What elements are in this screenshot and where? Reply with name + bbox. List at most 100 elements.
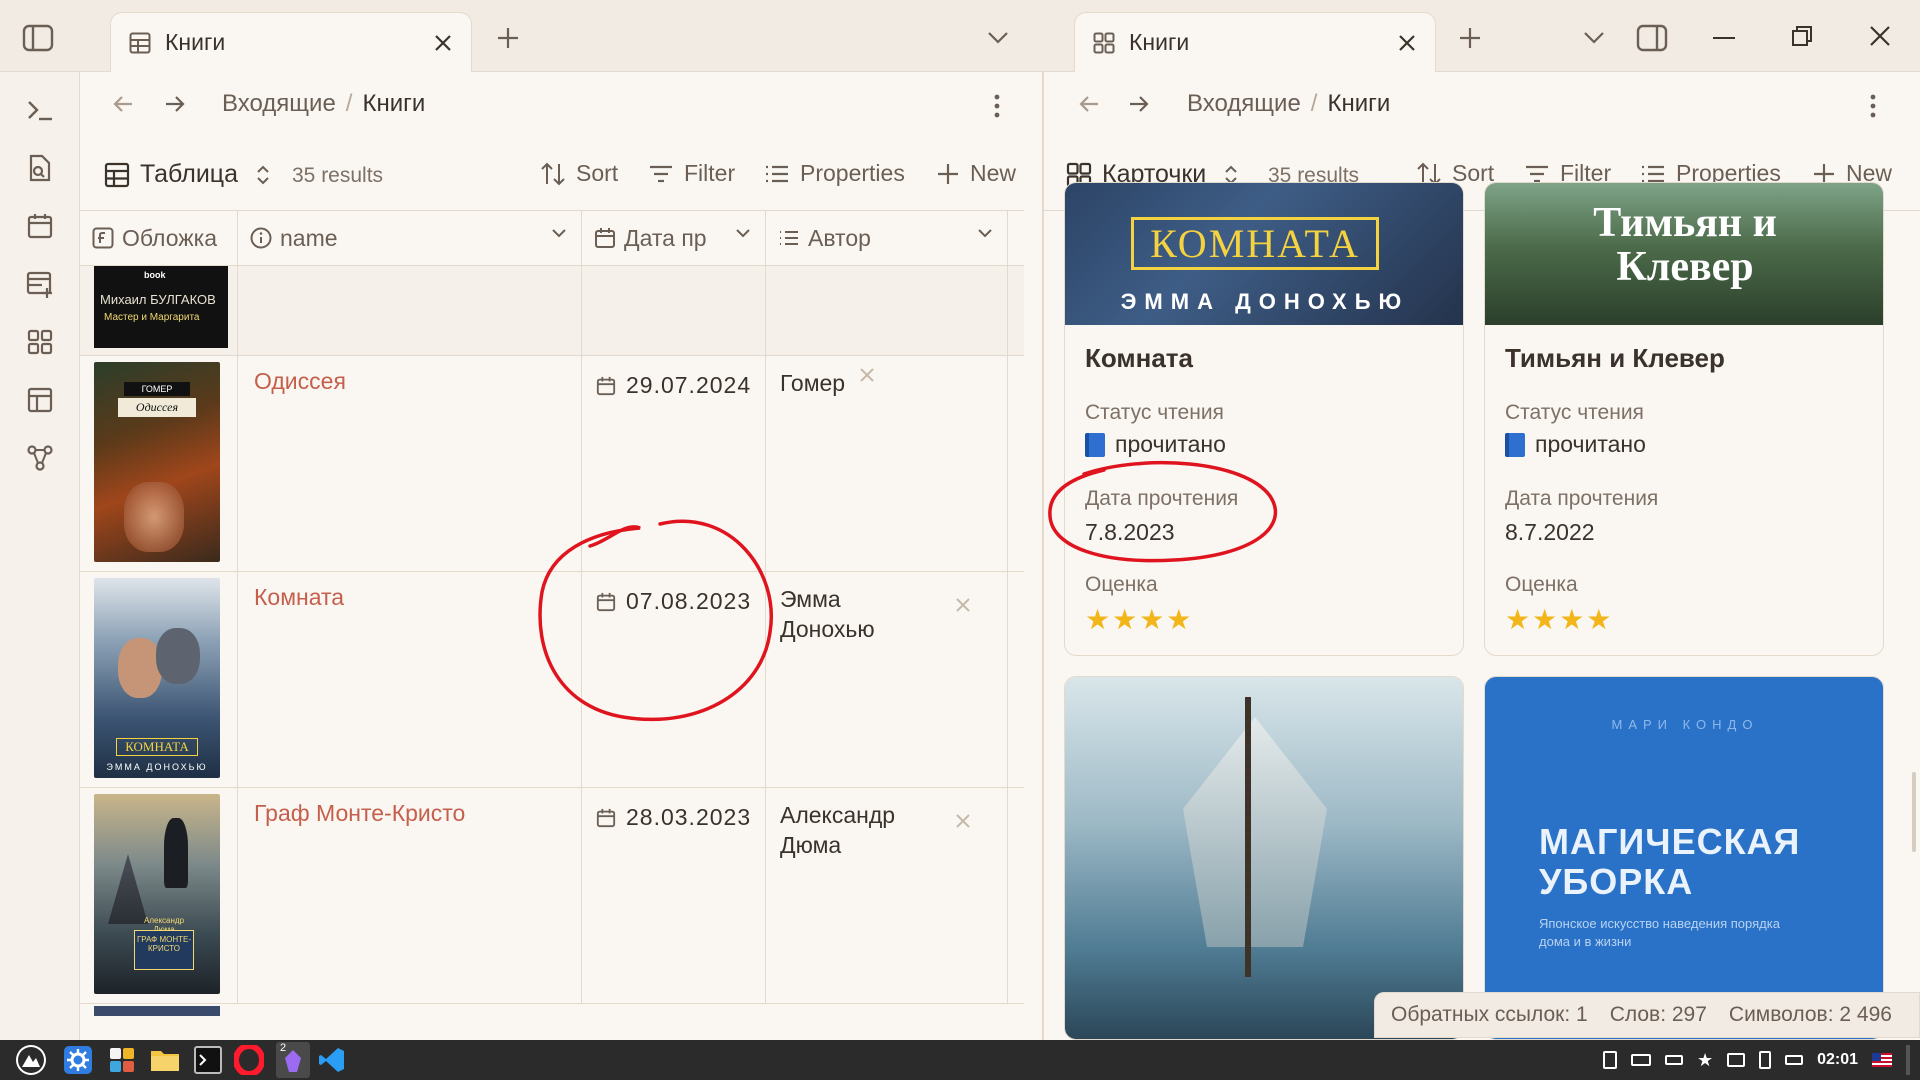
file-search-icon[interactable] — [20, 148, 60, 188]
window-close-icon[interactable] — [1860, 16, 1900, 56]
terminal-app-icon[interactable] — [194, 1046, 222, 1074]
card-title[interactable]: Комната — [1085, 343, 1193, 374]
card-cover-image — [1065, 677, 1463, 1039]
opera-browser-icon[interactable] — [234, 1045, 264, 1075]
author-cell[interactable]: Александр Дюма — [766, 788, 1008, 1003]
properties-button[interactable]: Properties — [764, 160, 905, 187]
forward-arrow-icon[interactable] — [1128, 94, 1150, 114]
sidebar-toggle-icon[interactable] — [18, 18, 58, 58]
filter-button[interactable]: Filter — [648, 160, 735, 187]
chevron-down-icon[interactable] — [977, 228, 993, 238]
tab-books-table[interactable]: Книги — [110, 12, 472, 72]
vscode-icon[interactable] — [318, 1046, 346, 1074]
book-card[interactable]: МАРИ КОНДО МАГИЧЕСКАЯ УБОРКА Японское ис… — [1484, 676, 1884, 1040]
blue-book-icon — [1505, 432, 1525, 457]
backlinks-count[interactable]: Обратных ссылок: 1 — [1391, 1003, 1588, 1027]
clock[interactable]: 02:01 — [1817, 1051, 1858, 1069]
chevron-down-icon[interactable] — [735, 228, 751, 238]
book-name-link[interactable]: Граф Монте-Кристо — [254, 800, 465, 827]
author-cell[interactable] — [766, 266, 1008, 355]
book-cover-image: КОМНАТА ЭММА ДОНОХЬЮ — [94, 578, 220, 778]
obsidian-app-icon[interactable]: 2 — [276, 1042, 310, 1078]
remove-author-icon[interactable] — [858, 366, 876, 384]
minimize-icon[interactable] — [1704, 18, 1744, 58]
name-cell[interactable] — [238, 266, 582, 355]
book-name-link[interactable]: Одиссея — [254, 368, 346, 395]
create-database-icon[interactable] — [20, 264, 60, 304]
calendar-icon — [594, 227, 616, 249]
table-row-partial — [94, 1006, 220, 1016]
close-icon[interactable] — [1397, 33, 1417, 53]
tab-books-cards[interactable]: Книги — [1074, 12, 1436, 72]
calendar-icon[interactable] — [20, 206, 60, 246]
property-label: Оценка — [1085, 573, 1158, 596]
breadcrumb-separator: / — [345, 90, 353, 117]
book-card[interactable]: Тимьян и Клевер Тимьян и Клевер Статус ч… — [1484, 182, 1884, 656]
drive-icon[interactable] — [1664, 1055, 1683, 1065]
star-icon[interactable]: ★ — [1697, 1050, 1713, 1071]
table-row[interactable]: Александр Дюма ГРАФ МОНТЕ-КРИСТО Граф Мо… — [80, 788, 1024, 1004]
breadcrumb-parent[interactable]: Входящие — [1187, 90, 1301, 118]
system-tray: ★ 02:01 — [1602, 1040, 1910, 1080]
column-header-name[interactable]: name — [238, 211, 582, 265]
new-button[interactable]: New — [936, 160, 1016, 187]
date-cell[interactable] — [582, 266, 766, 355]
close-icon[interactable] — [433, 33, 453, 53]
new-tab-button[interactable] — [490, 20, 526, 56]
sort-button[interactable]: Sort — [540, 160, 618, 187]
cover-cell: Александр Дюма ГРАФ МОНТЕ-КРИСТО — [80, 788, 238, 1003]
power-icon[interactable] — [1785, 1055, 1804, 1065]
breadcrumb-separator: / — [1310, 90, 1318, 117]
clipboard-icon[interactable] — [1602, 1051, 1617, 1069]
notes-icon[interactable] — [1759, 1051, 1772, 1069]
restore-icon[interactable] — [1782, 16, 1822, 56]
book-name-link[interactable]: Комната — [254, 584, 344, 611]
graph-icon[interactable] — [20, 438, 60, 478]
breadcrumb-current[interactable]: Книги — [362, 90, 425, 118]
view-switcher[interactable]: Таблица — [104, 160, 270, 189]
right-sidebar-toggle-icon[interactable] — [1632, 18, 1672, 58]
name-cell[interactable]: Граф Монте-Кристо — [238, 788, 582, 1003]
remove-author-icon[interactable] — [954, 596, 972, 614]
cover-cell: КОМНАТА ЭММА ДОНОХЬЮ — [80, 572, 238, 787]
back-arrow-icon[interactable] — [112, 94, 134, 114]
battery-icon[interactable] — [1630, 1054, 1651, 1066]
remove-author-icon[interactable] — [954, 812, 972, 830]
breadcrumb-current[interactable]: Книги — [1327, 90, 1390, 118]
card-title[interactable]: Тимьян и Клевер — [1505, 343, 1725, 374]
cover-title: Тимьян и Клевер — [1593, 200, 1777, 290]
network-icon[interactable] — [1727, 1053, 1746, 1067]
table-row[interactable]: book Михаил БУЛГАКОВ Мастер и Маргарита — [80, 266, 1024, 356]
show-desktop-edge[interactable] — [1906, 1045, 1910, 1075]
date-cell[interactable]: 28.03.2023 — [582, 788, 766, 1003]
rating-stars: ★★★★ — [1085, 604, 1194, 635]
more-options-icon[interactable] — [994, 94, 1000, 118]
terminal-icon[interactable] — [20, 90, 60, 130]
forward-arrow-icon[interactable] — [164, 94, 186, 114]
book-cover-image: book Михаил БУЛГАКОВ Мастер и Маргарита — [94, 266, 228, 348]
layout-icon[interactable] — [20, 380, 60, 420]
plus-icon — [936, 162, 960, 186]
book-card[interactable] — [1064, 676, 1464, 1040]
more-options-icon[interactable] — [1870, 94, 1876, 118]
column-header-date[interactable]: Дата пр — [582, 211, 766, 265]
author-cell[interactable]: Гомер — [766, 356, 1008, 571]
breadcrumb-parent[interactable]: Входящие — [222, 90, 336, 118]
column-header-author[interactable]: Автор — [766, 211, 1008, 265]
settings-gear-icon[interactable] — [64, 1046, 92, 1074]
grid-icon[interactable] — [20, 322, 60, 362]
new-tab-button[interactable] — [1452, 20, 1488, 56]
tab-list-chevron-icon[interactable] — [1576, 20, 1612, 56]
file-manager-icon[interactable] — [150, 1047, 180, 1073]
apps-grid-icon[interactable] — [108, 1046, 136, 1074]
keyboard-layout-flag-icon[interactable] — [1872, 1053, 1892, 1067]
scrollbar[interactable] — [1912, 772, 1916, 852]
column-header-cover[interactable]: Обложка — [80, 211, 238, 265]
back-arrow-icon[interactable] — [1078, 94, 1100, 114]
annotation-circle — [1048, 460, 1278, 563]
chevron-down-icon[interactable] — [551, 228, 567, 238]
tab-list-chevron-icon[interactable] — [980, 20, 1016, 56]
start-menu-icon[interactable] — [16, 1045, 46, 1075]
author-cell[interactable]: Эмма Донохью — [766, 572, 1008, 787]
book-card[interactable]: КОМНАТА ЭММА ДОНОХЬЮ Комната Статус чтен… — [1064, 182, 1464, 656]
